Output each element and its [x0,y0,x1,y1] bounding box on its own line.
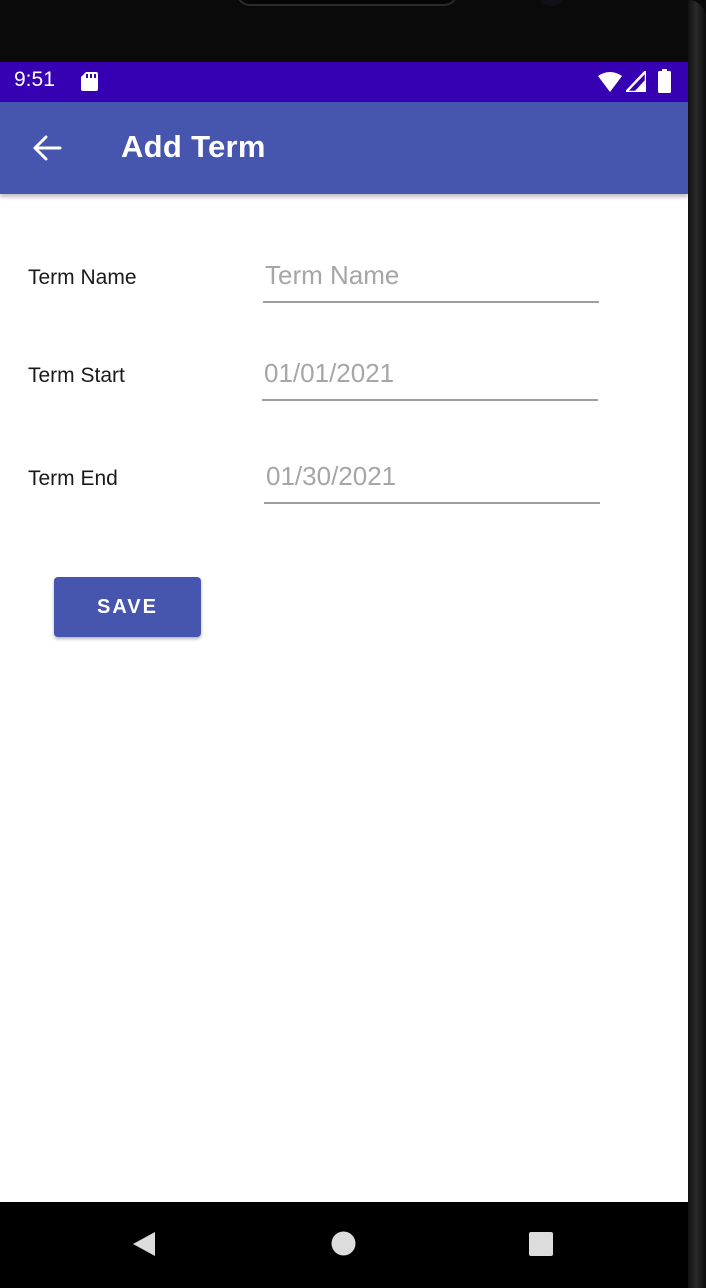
signal-icon [626,71,646,92]
page-title: Add Term [121,129,266,164]
phone-device: 9:51 Add Term Term Name Term Name Term S… [0,0,706,1288]
term-end-label: Term End [28,467,118,490]
term-start-input[interactable] [262,353,598,401]
arrow-back-icon[interactable] [32,134,62,162]
camera-notch [236,0,458,6]
term-end-input[interactable] [264,456,600,504]
app-bar: Add Term [0,102,688,194]
nav-home-icon[interactable] [331,1231,356,1256]
camera-lens [540,0,562,6]
term-start-label: Term Start [28,364,125,387]
nav-recents-icon[interactable] [528,1231,554,1257]
term-name-input[interactable] [263,255,599,303]
nav-back-icon[interactable] [131,1230,157,1258]
save-button[interactable]: SAVE [54,577,201,637]
sd-card-icon [81,72,98,91]
battery-icon [658,69,671,93]
wifi-icon [598,72,622,92]
status-time: 9:51 [14,68,55,91]
status-bar: 9:51 [0,62,688,102]
term-name-label: Term Name [28,266,137,289]
app-screen: 9:51 Add Term Term Name Term Name Term S… [0,62,688,1202]
navigation-bar [0,1202,688,1288]
phone-bezel [688,0,706,1288]
